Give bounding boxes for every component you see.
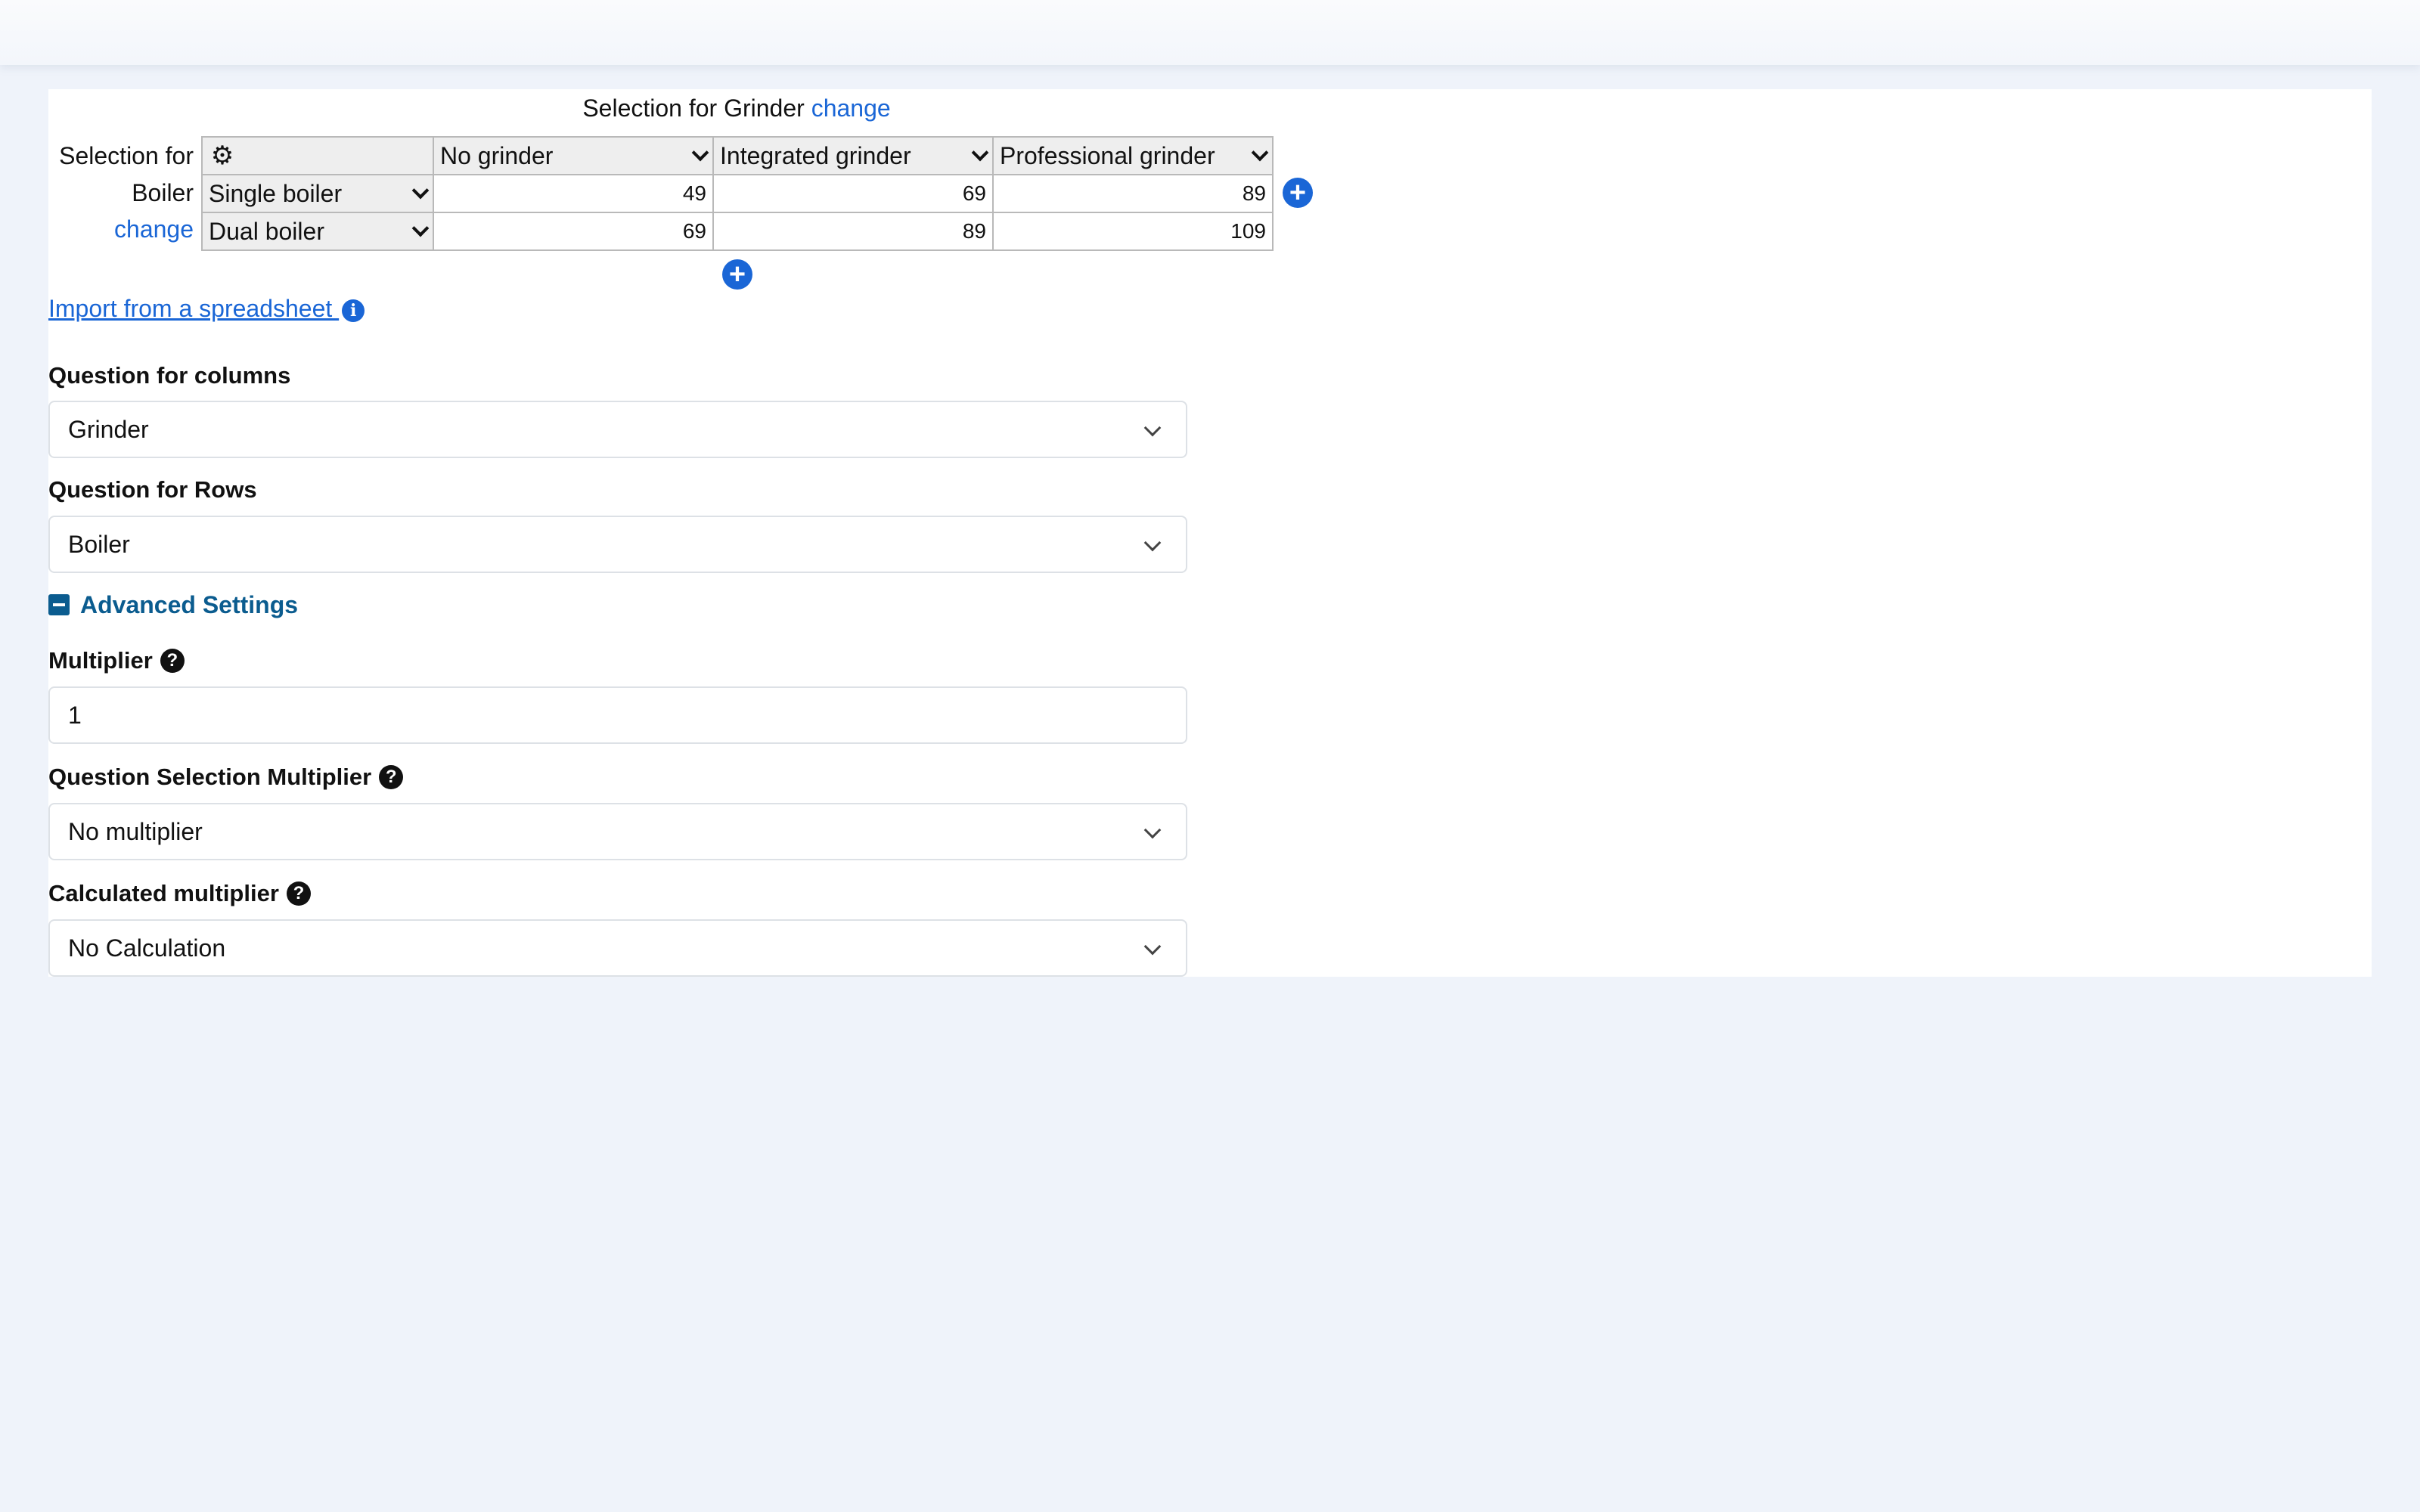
column-header-no-grinder[interactable]: No grinder xyxy=(433,136,714,175)
info-icon[interactable]: i xyxy=(342,299,365,322)
chevron-down-icon xyxy=(971,144,989,162)
table-row: Single boiler 49 69 89 xyxy=(201,174,1274,213)
chevron-down-icon xyxy=(411,219,430,237)
import-spreadsheet-link[interactable]: Import from a spreadsheet i xyxy=(48,293,365,324)
column-header-integrated-grinder[interactable]: Integrated grinder xyxy=(712,136,994,175)
row-question-label: Boiler xyxy=(132,179,194,206)
column-header-professional-grinder[interactable]: Professional grinder xyxy=(992,136,1274,175)
selection-for-label: Selection for xyxy=(59,142,194,169)
matrix-settings-cell[interactable]: ⚙ xyxy=(201,136,434,175)
rows-question-label: Question for Rows xyxy=(48,476,257,503)
price-cell[interactable]: 69 xyxy=(433,212,714,251)
chevron-down-icon xyxy=(1143,821,1162,839)
top-bar xyxy=(0,0,2420,65)
plus-circle-icon: + xyxy=(728,259,746,290)
advanced-settings-toggle[interactable]: Advanced Settings xyxy=(48,590,298,620)
gear-icon[interactable]: ⚙ xyxy=(209,142,236,169)
chevron-down-icon xyxy=(1143,534,1162,552)
price-cell[interactable]: 69 xyxy=(712,174,994,213)
plus-circle-icon: + xyxy=(1289,177,1307,209)
chevron-down-icon xyxy=(1143,937,1162,956)
chevron-down-icon xyxy=(411,181,430,200)
chevron-down-icon xyxy=(1251,144,1269,162)
minus-square-icon xyxy=(48,594,70,615)
price-cell[interactable]: 89 xyxy=(992,174,1274,213)
calculated-multiplier-select[interactable]: No Calculation xyxy=(48,919,1187,977)
matrix-header-row: ⚙ No grinder Integrated grinder Professi… xyxy=(201,136,1274,175)
matrix-column-title: Selection for Grinder change xyxy=(529,94,944,122)
change-row-question-link[interactable]: change xyxy=(48,214,194,244)
row-header-single-boiler[interactable]: Single boiler xyxy=(201,174,434,213)
chevron-down-icon xyxy=(691,144,709,162)
question-circle-icon[interactable]: ? xyxy=(379,765,404,789)
question-selection-multiplier-select[interactable]: No multiplier xyxy=(48,803,1187,860)
change-column-question-link[interactable]: change xyxy=(811,94,891,122)
columns-question-label: Question for columns xyxy=(48,362,291,389)
question-selection-multiplier-label: Question Selection Multiplier ? xyxy=(48,762,404,792)
price-cell[interactable]: 89 xyxy=(712,212,994,251)
price-cell[interactable]: 109 xyxy=(992,212,1274,251)
question-circle-icon[interactable]: ? xyxy=(286,881,311,906)
add-row-button[interactable]: + xyxy=(722,259,752,290)
columns-question-select[interactable]: Grinder xyxy=(48,401,1187,458)
column-selection-label: Selection for Grinder xyxy=(582,94,805,122)
table-row: Dual boiler 69 89 109 xyxy=(201,212,1274,251)
price-cell[interactable]: 49 xyxy=(433,174,714,213)
row-header-dual-boiler[interactable]: Dual boiler xyxy=(201,212,434,251)
chevron-down-icon xyxy=(1143,419,1162,437)
multiplier-label: Multiplier ? xyxy=(48,646,185,676)
add-column-button[interactable]: + xyxy=(1283,178,1313,208)
calculated-multiplier-label: Calculated multiplier ? xyxy=(48,878,311,909)
rows-question-select[interactable]: Boiler xyxy=(48,516,1187,573)
price-matrix-table: ⚙ No grinder Integrated grinder Professi… xyxy=(201,136,1274,251)
question-circle-icon[interactable]: ? xyxy=(160,649,185,673)
multiplier-input[interactable]: 1 xyxy=(48,686,1187,744)
